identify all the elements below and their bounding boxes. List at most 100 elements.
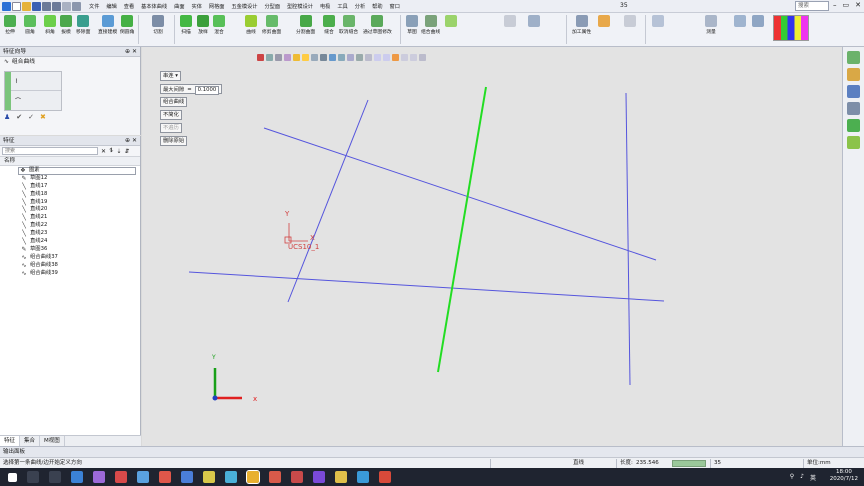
rotate-icon[interactable] <box>356 54 363 61</box>
wizard-option-row[interactable]: ⌒ <box>5 91 61 110</box>
app-icon[interactable] <box>313 471 325 483</box>
menu-view[interactable]: 查看 <box>124 3 134 10</box>
panel-pin-icon[interactable]: ⊕ ✕ <box>125 47 137 57</box>
cut-button[interactable]: 切割 <box>152 15 164 35</box>
bulb-icon[interactable] <box>302 54 309 61</box>
tree-item[interactable]: ✎ 草图36 <box>0 246 140 254</box>
trim-tool-button[interactable] <box>504 15 516 28</box>
app-icon[interactable] <box>93 471 105 483</box>
task-view-icon[interactable] <box>49 471 61 483</box>
round-button[interactable]: 倒圆角 <box>120 15 134 35</box>
global-search-input[interactable]: 搜索 <box>795 1 829 11</box>
view-fit-button[interactable] <box>752 15 764 28</box>
minimize-icon[interactable]: – <box>833 1 837 9</box>
filter-icon[interactable]: ⥮ <box>109 147 113 155</box>
output-panel-header[interactable]: 输出面板 <box>0 446 864 457</box>
curve-button[interactable]: 曲线 <box>245 15 257 35</box>
graphics-viewport[interactable]: Y X UCS10_1 Y x 串连 ▾ 最大间隙 = 0.1000 组合曲线 … <box>142 47 842 446</box>
menu-edit[interactable]: 编辑 <box>106 3 116 10</box>
no-traverse-option[interactable]: 不遍历 <box>160 123 182 133</box>
tree-item[interactable]: ╲ 直线18 <box>0 191 140 199</box>
menu-analysis[interactable]: 分析 <box>355 3 365 10</box>
menu-file[interactable]: 文件 <box>89 3 99 10</box>
max-gap-value[interactable]: 0.1000 <box>194 86 220 95</box>
render-mode-icon[interactable] <box>284 54 291 61</box>
light-icon[interactable] <box>293 54 300 61</box>
more-view-icon[interactable] <box>419 54 426 61</box>
solid-icon[interactable] <box>847 136 860 149</box>
chamfer-button[interactable]: 斜角 <box>44 15 56 35</box>
drawing-canvas[interactable]: Y X UCS10_1 Y x <box>142 47 842 446</box>
zoom-button[interactable] <box>734 15 746 28</box>
transform-button[interactable] <box>528 15 540 28</box>
unstitch-button[interactable]: 取消缝合 <box>339 15 358 35</box>
search-icon[interactable] <box>27 471 39 483</box>
close-icon[interactable]: ✕ <box>855 1 861 9</box>
split-surface-button[interactable]: 分割曲面 <box>296 15 315 35</box>
settings-person-icon[interactable]: ♟ <box>4 113 10 121</box>
pin-tool-icon[interactable] <box>847 102 860 115</box>
sweep-button[interactable]: 扫描 <box>180 15 192 35</box>
app-icon[interactable] <box>115 471 127 483</box>
material-icon[interactable] <box>392 54 399 61</box>
volume-icon[interactable]: ♪ <box>800 473 804 482</box>
menu-mesh[interactable]: 网格面 <box>209 3 225 10</box>
settings-icon[interactable] <box>72 1 81 11</box>
browser-icon[interactable] <box>71 471 83 483</box>
menu-cavity-mold[interactable]: 型腔模设计 <box>287 3 313 10</box>
blend-button[interactable]: 混合 <box>213 15 225 35</box>
curve-line-c[interactable] <box>625 92 631 386</box>
zoom-icon[interactable] <box>374 54 381 61</box>
start-icon[interactable] <box>8 472 17 482</box>
tree-item[interactable]: ╲ 直线19 <box>0 199 140 207</box>
clear-icon[interactable]: ✕ <box>101 148 106 155</box>
menu-hardware-mold[interactable]: 五金模设计 <box>231 3 257 10</box>
maximize-icon[interactable]: ▭ <box>843 1 850 9</box>
menu-basic-curve[interactable]: 基本体曲线 <box>141 3 167 10</box>
view-cube-icon[interactable] <box>266 54 273 61</box>
curve-line-d[interactable] <box>188 271 665 302</box>
tab-features[interactable]: 特征 <box>0 436 21 446</box>
app-icon[interactable] <box>159 471 171 483</box>
stitch-button[interactable]: 缝合 <box>323 15 335 35</box>
style-icon[interactable] <box>347 54 354 61</box>
app-icon[interactable] <box>379 471 391 483</box>
tree-item[interactable]: ╲ 直线23 <box>0 230 140 238</box>
curve-tools-button[interactable] <box>445 15 457 28</box>
taskbar-clock[interactable]: 18:00 2020/7/12 <box>830 469 858 483</box>
menu-surface[interactable]: 曲面 <box>174 3 184 10</box>
zoom-area-icon[interactable] <box>383 54 390 61</box>
attribute-tag-button[interactable] <box>598 15 610 28</box>
open-file-icon[interactable] <box>22 1 31 11</box>
view-settings-icon[interactable] <box>847 51 860 64</box>
transform-icon[interactable] <box>847 85 860 98</box>
texture-icon[interactable] <box>401 54 408 61</box>
cad-app-icon[interactable] <box>246 470 260 484</box>
redo-icon[interactable] <box>52 1 61 11</box>
apply-icon[interactable]: ✓ <box>28 113 34 121</box>
tree-item[interactable]: ❖ 图素 <box>18 167 136 175</box>
color-palette[interactable] <box>773 15 809 41</box>
grid-display-icon[interactable] <box>311 54 318 61</box>
display-icon[interactable] <box>338 54 345 61</box>
app-icon[interactable] <box>269 471 281 483</box>
undo-icon[interactable] <box>42 1 51 11</box>
render-icon[interactable] <box>847 68 860 81</box>
fillet-button[interactable]: 圆角 <box>24 15 36 35</box>
app-icon[interactable] <box>225 471 237 483</box>
print-icon[interactable] <box>62 1 71 11</box>
rotate-view-button[interactable] <box>624 15 636 28</box>
selected-curve-line[interactable] <box>437 86 487 373</box>
tree-item[interactable]: ✎ 草图12 <box>0 175 140 183</box>
confirm-icon[interactable]: ✔ <box>16 113 22 121</box>
network-icon[interactable]: ⚲ <box>790 473 794 482</box>
grid-tools-button[interactable] <box>652 15 664 28</box>
tree-item[interactable]: ╲ 直线17 <box>0 183 140 191</box>
app-logo-icon[interactable] <box>2 1 11 11</box>
layer-icon[interactable] <box>847 119 860 132</box>
snap-icon[interactable] <box>320 54 327 61</box>
tree-item[interactable]: ╲ 直线21 <box>0 214 140 222</box>
tree-item[interactable]: ∿ 组合曲线38 <box>0 262 140 270</box>
measure-button[interactable]: 测量 <box>705 15 717 35</box>
machining-attr-button[interactable]: 加工属性 <box>572 15 591 35</box>
